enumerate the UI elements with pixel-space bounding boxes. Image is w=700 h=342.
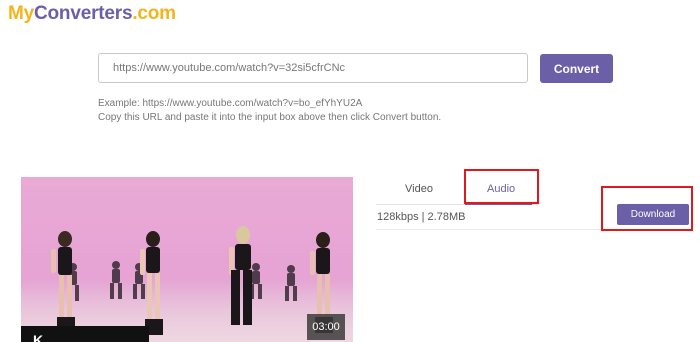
convert-button[interactable]: Convert [540,54,613,83]
audio-tab-highlight [464,169,539,204]
video-thumbnail[interactable]: K 03:00 [21,177,353,342]
site-logo[interactable]: MyConverters.com [8,3,176,25]
logo-part-converters: Converters [34,3,133,24]
example-text: Example: https://www.youtube.com/watch?v… [98,98,363,109]
logo-part-com: .com [132,3,176,24]
download-highlight [601,186,693,231]
video-duration: 03:00 [307,314,345,340]
channel-logo-text: K [33,332,44,342]
dancers-illustration [51,226,333,335]
tab-video[interactable]: Video [405,183,433,195]
audio-format-info: 128kbps | 2.78MB [377,211,466,223]
instruction-text: Copy this URL and paste it into the inpu… [98,112,442,123]
channel-logo: K [21,326,149,342]
url-input[interactable] [98,53,528,83]
logo-part-my: My [8,3,34,24]
